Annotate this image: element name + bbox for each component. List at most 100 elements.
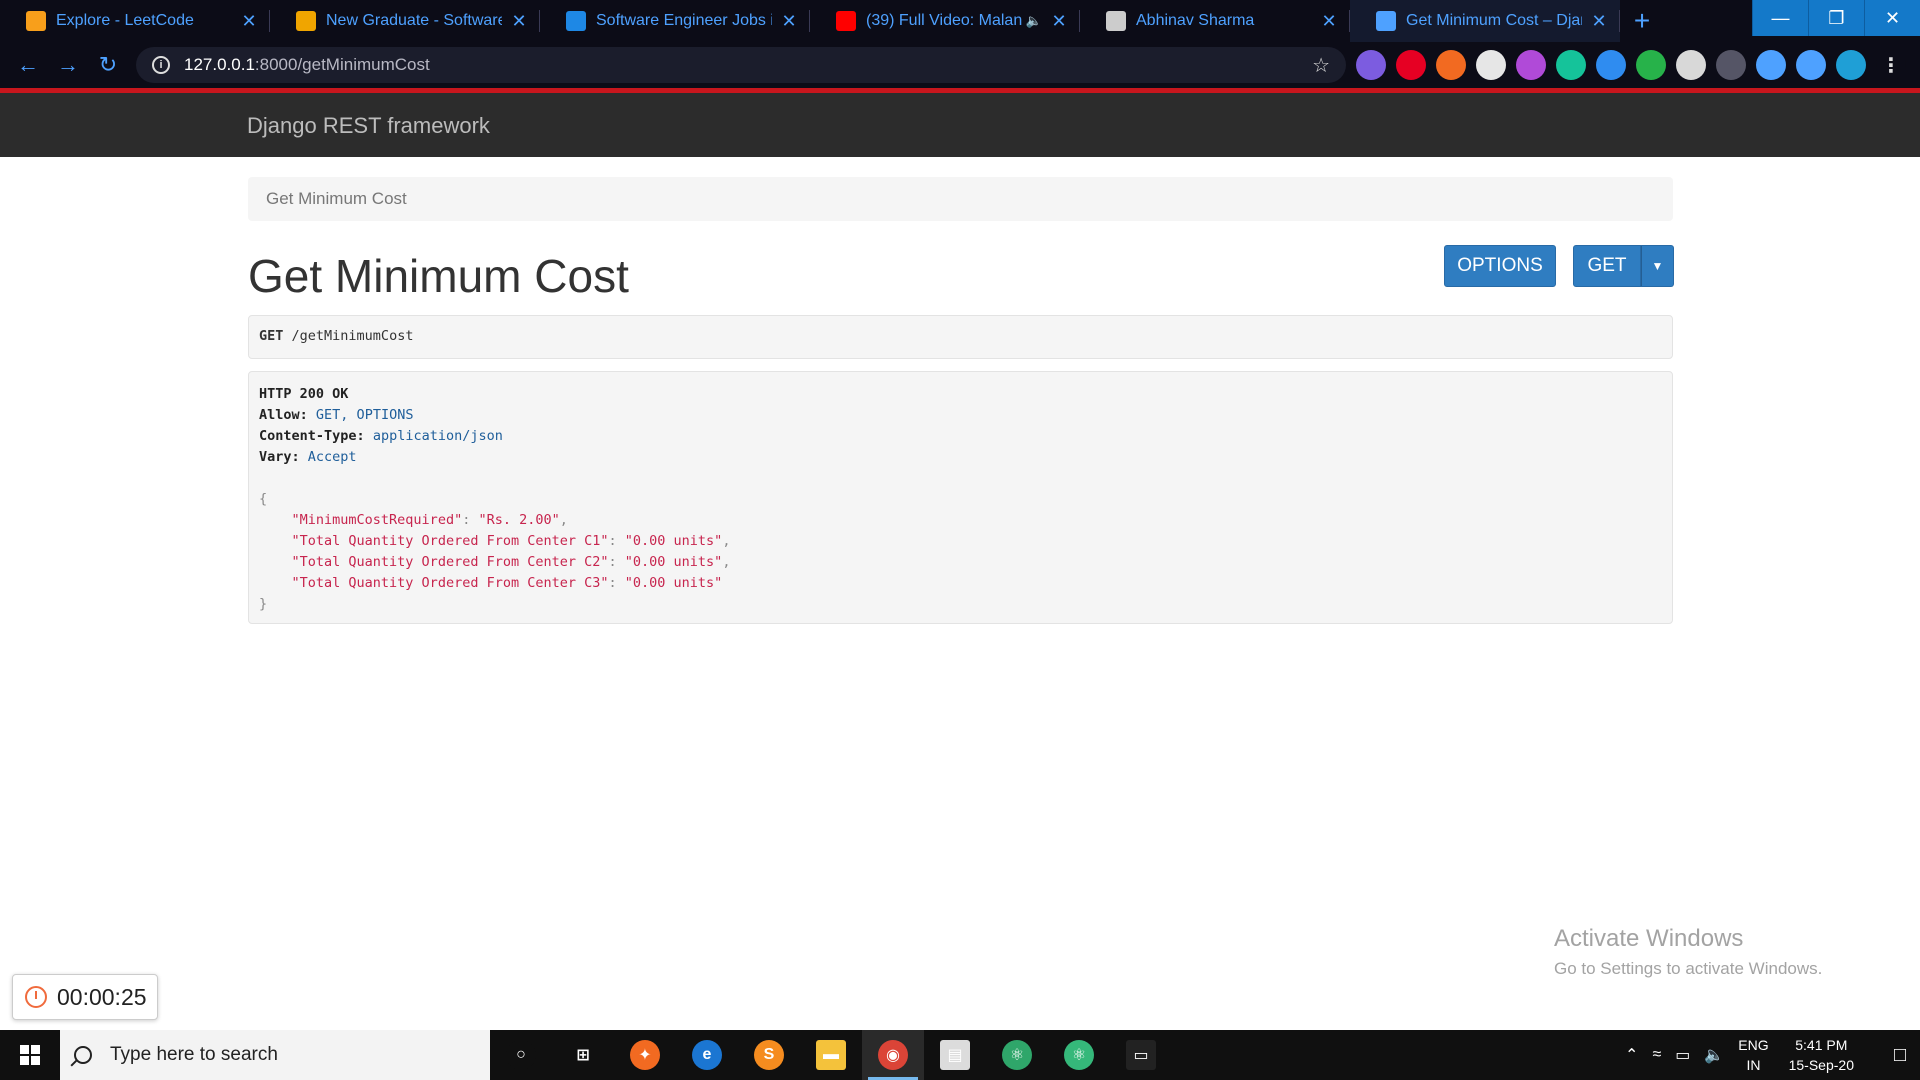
- json-value: "Rs. 2.00": [478, 512, 560, 528]
- json-comma: ,: [559, 512, 568, 528]
- taskbar-app-button[interactable]: ○: [490, 1030, 552, 1080]
- feather-extension-icon[interactable]: [1356, 50, 1386, 80]
- request-info: GET /getMinimumCost: [248, 315, 1673, 359]
- bookmark-star-icon[interactable]: ☆: [1312, 53, 1330, 78]
- response-header-value: Accept: [307, 449, 357, 465]
- url-path: :8000/getMinimumCost: [254, 55, 430, 74]
- puzzle-extension-icon[interactable]: [1756, 50, 1786, 80]
- show-hidden-icons-chevron-icon[interactable]: ⌃: [1625, 1045, 1638, 1065]
- extensions-bar: ⋮: [1356, 48, 1916, 82]
- drf-brand-link[interactable]: Django REST framework: [247, 113, 490, 139]
- json-value: "0.00 units": [624, 575, 723, 591]
- battery-icon[interactable]: ▭: [1675, 1045, 1690, 1065]
- white-circle-extension-icon[interactable]: [1476, 50, 1506, 80]
- grammarly-extension-icon[interactable]: [1556, 50, 1586, 80]
- options-button[interactable]: OPTIONS: [1444, 245, 1556, 287]
- brave-browser-icon: ✦: [630, 1040, 660, 1070]
- tab-close-icon[interactable]: ✕: [780, 11, 798, 32]
- tab-close-icon[interactable]: ✕: [1320, 11, 1338, 32]
- taskbar-search-box[interactable]: Type here to search: [60, 1030, 490, 1080]
- browser-tab-strip: Explore - LeetCode ✕ New Graduate - Softwa…: [0, 0, 1920, 42]
- edge-icon: e: [692, 1040, 722, 1070]
- notification-center-icon[interactable]: □: [1880, 1044, 1920, 1067]
- workday-icon: [296, 11, 316, 31]
- site-info-icon[interactable]: i: [152, 56, 170, 74]
- taskbar-app-button[interactable]: ▤: [924, 1030, 986, 1080]
- taskbar-app-button[interactable]: ▬: [800, 1030, 862, 1080]
- response-header-value: application/json: [372, 428, 503, 444]
- back-arrow-icon[interactable]: ←: [8, 45, 48, 85]
- browser-tab[interactable]: New Graduate - Software De ✕: [270, 0, 540, 42]
- url-host: 127.0.0.1: [184, 55, 255, 74]
- python-file-icon: ▤: [940, 1040, 970, 1070]
- pinterest-extension-icon[interactable]: [1396, 50, 1426, 80]
- taskbar-app-button[interactable]: ▭: [1110, 1030, 1172, 1080]
- taskbar-app-button[interactable]: ⚛: [1048, 1030, 1110, 1080]
- playlist-extension-icon[interactable]: [1796, 50, 1826, 80]
- tab-close-icon[interactable]: ✕: [240, 11, 258, 32]
- tab-close-icon[interactable]: ✕: [1590, 11, 1608, 32]
- close-window-button[interactable]: ✕: [1864, 0, 1920, 36]
- green-toggle-extension-icon[interactable]: [1636, 50, 1666, 80]
- mail-extension-icon[interactable]: [1676, 50, 1706, 80]
- terminal-icon: ▭: [1126, 1040, 1156, 1070]
- browser-tab[interactable]: Get Minimum Cost – Django ✕: [1350, 0, 1620, 42]
- purple-extension-icon[interactable]: [1516, 50, 1546, 80]
- breadcrumb-item[interactable]: Get Minimum Cost: [266, 189, 407, 208]
- breadcrumb: Get Minimum Cost: [248, 177, 1673, 221]
- forward-arrow-icon[interactable]: →: [48, 45, 88, 85]
- json-colon: :: [608, 554, 625, 570]
- get-format-dropdown-caret-icon[interactable]: ▼: [1641, 245, 1674, 287]
- start-button[interactable]: [0, 1030, 60, 1080]
- taskbar-clock[interactable]: 5:41 PM 15-Sep-20: [1789, 1035, 1854, 1075]
- windows-logo-icon: [20, 1045, 40, 1065]
- tab-close-icon[interactable]: ✕: [1050, 11, 1068, 32]
- tab-title: Get Minimum Cost – Django: [1406, 12, 1582, 29]
- activate-windows-title: Activate Windows: [1554, 925, 1744, 952]
- wifi-icon[interactable]: ≈: [1652, 1046, 1661, 1064]
- taskbar-app-button[interactable]: ✦: [614, 1030, 676, 1080]
- browser-tab[interactable]: Explore - LeetCode ✕: [0, 0, 270, 42]
- profile-avatar-icon[interactable]: [1836, 50, 1866, 80]
- file-explorer-icon: ▬: [816, 1040, 846, 1070]
- blue-drop-extension-icon[interactable]: [1596, 50, 1626, 80]
- taskbar-app-button[interactable]: S: [738, 1030, 800, 1080]
- get-button[interactable]: GET: [1573, 245, 1641, 287]
- request-method: GET: [259, 328, 284, 344]
- taskbar-date: 15-Sep-20: [1788, 1057, 1854, 1073]
- address-bar[interactable]: i 127.0.0.1:8000/getMinimumCost ☆: [136, 47, 1346, 83]
- taskbar-app-button[interactable]: e: [676, 1030, 738, 1080]
- cortana-icon: ○: [506, 1040, 536, 1070]
- taskbar-app-button[interactable]: ⊞: [552, 1030, 614, 1080]
- input-language[interactable]: ENG IN: [1738, 1035, 1768, 1075]
- taskbar-app-button[interactable]: ⚛: [986, 1030, 1048, 1080]
- tab-title: Software Engineer Jobs in Inc: [596, 12, 772, 29]
- menu-kebab-icon[interactable]: ⋮: [1876, 50, 1906, 80]
- json-value: "0.00 units": [624, 554, 723, 570]
- drf-navbar: Django REST framework: [0, 93, 1920, 157]
- a-logo-icon: [1106, 11, 1126, 31]
- response-header-name: Content-Type:: [259, 428, 365, 444]
- new-tab-plus-icon[interactable]: +: [1620, 0, 1664, 42]
- tab-title: New Graduate - Software De: [326, 12, 502, 29]
- page-header: Get Minimum Cost OPTIONS GET ▼: [248, 221, 1674, 307]
- taskbar-app-button[interactable]: ◉: [862, 1030, 924, 1080]
- browser-tab[interactable]: Software Engineer Jobs in Inc ✕: [540, 0, 810, 42]
- tab-close-icon[interactable]: ✕: [510, 11, 528, 32]
- tab-separator: [1619, 10, 1620, 32]
- recording-timer[interactable]: 00:00:25: [12, 974, 158, 1020]
- browser-tab[interactable]: Abhinav Sharma ✕: [1080, 0, 1350, 42]
- restore-window-button[interactable]: ❐: [1808, 0, 1864, 36]
- minimize-window-button[interactable]: —: [1752, 0, 1808, 36]
- reload-icon[interactable]: ↻: [88, 45, 128, 85]
- taskbar-time: 5:41 PM: [1795, 1037, 1848, 1053]
- json-key: "Total Quantity Ordered From Center C1": [291, 533, 609, 549]
- tab-audio-icon[interactable]: 🔈: [1026, 13, 1042, 29]
- volume-icon[interactable]: 🔈: [1704, 1045, 1724, 1065]
- browser-tab[interactable]: (39) Full Video: Malang (🔈 ✕: [810, 0, 1080, 42]
- screenshot-extension-icon[interactable]: [1716, 50, 1746, 80]
- chrome-icon: ◉: [878, 1040, 908, 1070]
- orange-extension-icon[interactable]: [1436, 50, 1466, 80]
- page-title: Get Minimum Cost: [248, 250, 629, 302]
- activate-windows-watermark: Activate Windows Go to Settings to activ…: [1554, 925, 1822, 979]
